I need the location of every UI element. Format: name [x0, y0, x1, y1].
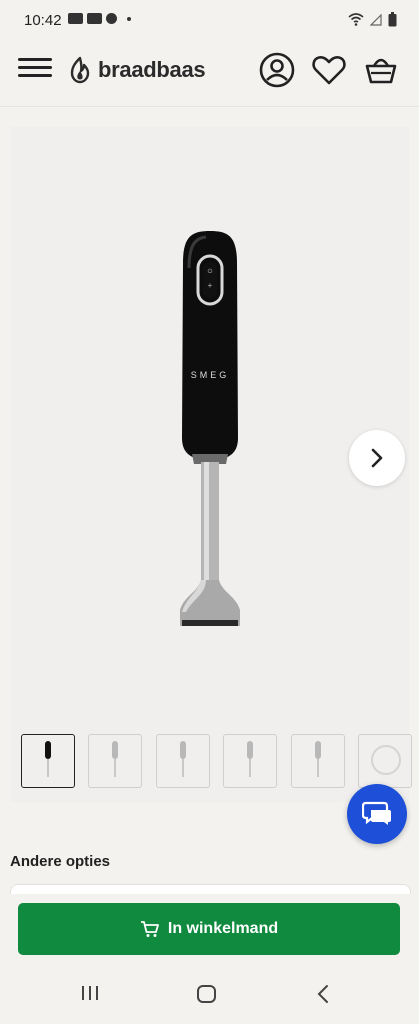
back-button[interactable]: [316, 984, 332, 1009]
home-button[interactable]: [196, 984, 218, 1009]
account-icon: [259, 52, 295, 88]
account-button[interactable]: [259, 52, 295, 88]
basket-button[interactable]: [363, 52, 399, 88]
thumbnail-6[interactable]: [358, 734, 412, 788]
youtube-icon: [68, 13, 83, 24]
chat-button[interactable]: [347, 784, 407, 844]
back-icon: [317, 985, 328, 1003]
product-image: ⏻ + SMEG: [180, 231, 240, 626]
brand-name: braadbaas: [98, 57, 206, 82]
product-brand-mark: SMEG: [191, 370, 230, 380]
chevron-right-icon: [371, 448, 383, 468]
recents-button[interactable]: [80, 984, 100, 1007]
gmail-icon: [87, 13, 102, 24]
sticky-cart-bar: In winkelmand: [0, 894, 419, 968]
system-navigation-bar: [0, 968, 419, 1024]
add-to-cart-label: In winkelmand: [167, 920, 279, 937]
svg-text:⏻: ⏻: [208, 268, 213, 275]
svg-text:+: +: [208, 281, 213, 290]
battery-icon: [388, 12, 397, 27]
signal-icon: [370, 13, 382, 26]
chat-icon: [362, 801, 391, 825]
basket-icon: [365, 58, 397, 84]
thumbnail-strip: [21, 734, 419, 790]
thumbnail-3[interactable]: [156, 734, 210, 788]
home-icon: [197, 985, 216, 1003]
menu-button[interactable]: [18, 54, 52, 84]
system-status-icons: [348, 12, 397, 27]
thumbnail-5[interactable]: [291, 734, 345, 788]
next-image-button[interactable]: [349, 430, 405, 486]
other-options-heading: Andere opties: [10, 853, 111, 870]
status-time: 10:42: [24, 12, 62, 29]
wishlist-button[interactable]: [311, 52, 347, 88]
site-header: braadbaas: [0, 38, 419, 107]
menu-icon: [18, 58, 52, 77]
wifi-icon: [348, 13, 364, 26]
heart-icon: [312, 55, 346, 85]
cart-icon: [140, 921, 159, 937]
thumbnail-4[interactable]: [223, 734, 277, 788]
recents-icon: [82, 986, 98, 1000]
notification-icons: [68, 13, 131, 24]
thumbnail-2[interactable]: [88, 734, 142, 788]
add-to-cart-button[interactable]: In winkelmand: [18, 903, 400, 955]
more-notifications-icon: [127, 16, 131, 21]
facebook-icon: [106, 13, 117, 24]
status-bar: 10:42: [0, 0, 419, 38]
thumbnail-1[interactable]: [21, 734, 75, 788]
brand-logo[interactable]: braadbaas: [68, 56, 206, 84]
logo-flame-icon: [70, 56, 90, 84]
